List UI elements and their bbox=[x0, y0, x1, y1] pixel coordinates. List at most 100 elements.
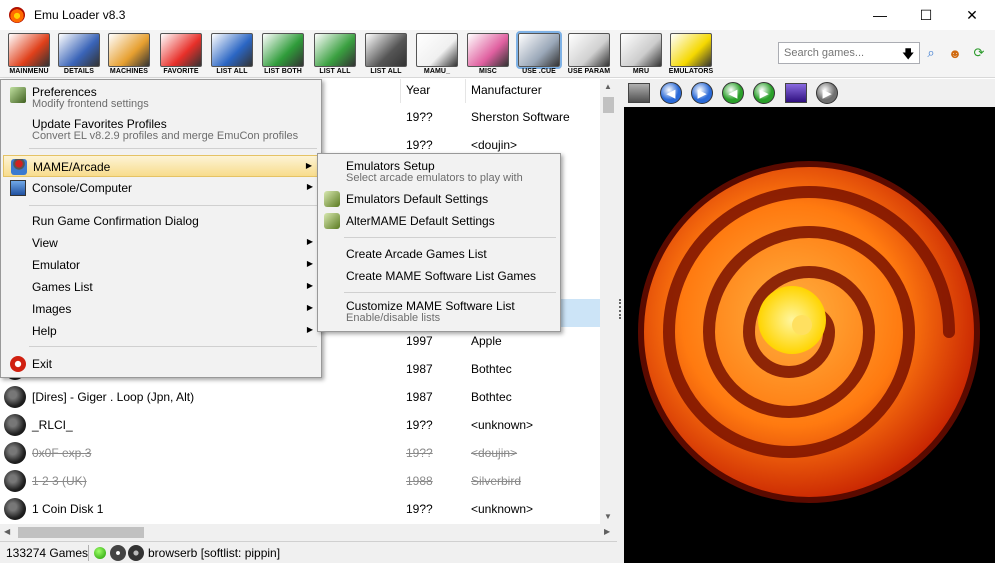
disc-icon bbox=[128, 545, 144, 561]
toolbar-button-label: LIST ALL bbox=[370, 68, 402, 75]
submenu-arrow-icon: ▶ bbox=[305, 161, 312, 170]
column-separator[interactable] bbox=[400, 79, 401, 103]
spiral-logo-icon bbox=[638, 161, 980, 503]
menu-item-description: Select arcade emulators to play with bbox=[346, 172, 523, 184]
window-title: Emu Loader v8.3 bbox=[34, 8, 126, 22]
toolbar-button-8[interactable]: LIST ALL bbox=[361, 33, 411, 77]
menu-item-help[interactable]: Help ▶ bbox=[3, 320, 319, 342]
scroll-thumb[interactable] bbox=[603, 97, 614, 113]
submenu-item-emulators-setup[interactable]: Emulators Setup Select arcade emulators t… bbox=[320, 158, 558, 188]
user-icon[interactable]: ☻ bbox=[946, 44, 964, 62]
menu-separator bbox=[344, 292, 556, 293]
toolbar-button-4[interactable]: FAVORITE bbox=[156, 33, 206, 77]
submenu-item-create-arcade-games-list[interactable]: Create Arcade Games List bbox=[320, 243, 558, 265]
menu-item-images[interactable]: Images ▶ bbox=[3, 298, 319, 320]
submenu-item-customize-mame-software-list[interactable]: Customize MAME Software List Enable/disab… bbox=[320, 298, 558, 328]
scroll-left-icon[interactable]: ◀ bbox=[4, 527, 10, 536]
previous-green-icon[interactable]: ◀ bbox=[722, 82, 744, 104]
list-all-ball-icon bbox=[314, 33, 356, 67]
scroll-right-icon[interactable]: ▶ bbox=[604, 527, 610, 536]
status-divider bbox=[88, 545, 89, 561]
toolbar-button-1[interactable]: MAINMENU bbox=[4, 33, 54, 77]
menu-item-run-game-confirmation-dialog[interactable]: Run Game Confirmation Dialog bbox=[3, 210, 319, 232]
menu-item-label: Customize MAME Software List bbox=[346, 299, 515, 313]
toolbar-button-14[interactable]: EMULATORS bbox=[666, 33, 716, 77]
machines-icon bbox=[108, 33, 150, 67]
menu-separator bbox=[344, 237, 556, 238]
search-dropdown-icon[interactable]: 🡇 bbox=[902, 45, 914, 66]
toolbar-button-12[interactable]: USE PARAM bbox=[564, 33, 614, 77]
toolbar-button-3[interactable]: MACHINES bbox=[104, 33, 154, 77]
mamu-face-icon bbox=[416, 33, 458, 67]
mame-arcade-submenu: Emulators Setup Select arcade emulators t… bbox=[317, 153, 561, 332]
menu-item-mame-arcade[interactable]: MAME/Arcade ▶ bbox=[3, 155, 319, 177]
splitter-grip[interactable] bbox=[619, 299, 622, 319]
game-disc-icon bbox=[4, 470, 26, 492]
menu-item-label: Help bbox=[32, 324, 57, 338]
table-row[interactable]: 1 2 3 (UK) 1988 Silverbird bbox=[0, 467, 600, 495]
scroll-down-icon[interactable]: ▼ bbox=[604, 512, 612, 521]
toolbar-button-10[interactable]: MISC bbox=[463, 33, 513, 77]
menu-item-games-list[interactable]: Games List ▶ bbox=[3, 276, 319, 298]
close-button[interactable]: ✕ bbox=[949, 0, 995, 30]
menu-item-label: Run Game Confirmation Dialog bbox=[32, 214, 199, 228]
submenu-item-emulators-default-settings[interactable]: Emulators Default Settings bbox=[320, 188, 558, 210]
column-header-manufacturer[interactable]: Manufacturer bbox=[471, 83, 542, 97]
picture-frame-icon[interactable] bbox=[785, 83, 807, 103]
table-row[interactable]: 0x0F exp.3 19?? <doujin> bbox=[0, 439, 600, 467]
table-row[interactable]: [Dires] - Giger . Loop (Jpn, Alt) 1987 Bot… bbox=[0, 383, 600, 411]
menu-item-preferences[interactable]: Preferences Modify frontend settings bbox=[3, 84, 319, 114]
toolbar-button-label: LIST ALL bbox=[216, 68, 248, 75]
submenu-item-altermame-default-settings[interactable]: AlterMAME Default Settings bbox=[320, 210, 558, 232]
toolbar-button-13[interactable]: MRU bbox=[616, 33, 666, 77]
game-manufacturer: <unknown> bbox=[471, 418, 534, 432]
scroll-thumb[interactable] bbox=[18, 527, 144, 538]
previous-blue-icon[interactable]: ◀ bbox=[660, 82, 682, 104]
list-both-icon bbox=[262, 33, 304, 67]
menu-item-update-favorites-profiles[interactable]: Update Favorites Profiles Convert EL v8.2… bbox=[3, 116, 319, 146]
toolbar-button-9[interactable]: MAMU_ bbox=[412, 33, 462, 77]
heart-icon bbox=[160, 33, 202, 67]
refresh-icon[interactable]: ⟳ bbox=[970, 44, 988, 62]
menu-item-emulator[interactable]: Emulator ▶ bbox=[3, 254, 319, 276]
menu-item-console-computer[interactable]: Console/Computer ▶ bbox=[3, 177, 319, 199]
game-disc-icon bbox=[4, 498, 26, 520]
submenu-arrow-icon: ▶ bbox=[306, 303, 313, 312]
search-input[interactable] bbox=[778, 42, 920, 64]
preview-image bbox=[624, 107, 995, 563]
vertical-scrollbar[interactable]: ▲ ▼ bbox=[600, 79, 617, 526]
snapshot-icon[interactable] bbox=[628, 83, 650, 103]
main-toolbar: MAINMENU DETAILS MACHINES FAVORITE LIST ALL L… bbox=[0, 30, 995, 78]
menu-item-description: Modify frontend settings bbox=[32, 98, 149, 110]
game-year: 19?? bbox=[406, 502, 433, 516]
column-header-year[interactable]: Year bbox=[406, 83, 430, 97]
toolbar-button-label: USE PARAM bbox=[567, 68, 611, 75]
search-icon[interactable]: ⌕ bbox=[922, 44, 940, 62]
toolbar-button-5[interactable]: LIST ALL bbox=[207, 33, 257, 77]
menu-item-label: Games List bbox=[32, 280, 93, 294]
minimize-button[interactable]: — bbox=[857, 0, 903, 30]
toolbar-button-6[interactable]: LIST BOTH bbox=[258, 33, 308, 77]
column-separator[interactable] bbox=[465, 79, 466, 103]
param-icon bbox=[568, 33, 610, 67]
pane-splitter[interactable] bbox=[617, 79, 624, 563]
game-manufacturer: Silverbird bbox=[471, 474, 522, 488]
scroll-up-icon[interactable]: ▲ bbox=[604, 82, 612, 91]
horizontal-scrollbar[interactable]: ◀ ▶ bbox=[0, 524, 617, 541]
play-gray-icon[interactable]: ▶ bbox=[816, 82, 838, 104]
game-name: 1 Coin Disk 1 bbox=[32, 502, 104, 516]
next-green-icon[interactable]: ▶ bbox=[753, 82, 775, 104]
submenu-arrow-icon: ▶ bbox=[306, 281, 313, 290]
toolbar-button-7[interactable]: LIST ALL bbox=[310, 33, 360, 77]
menu-item-exit[interactable]: Exit bbox=[3, 353, 319, 375]
menu-item-view[interactable]: View ▶ bbox=[3, 232, 319, 254]
toolbar-button-2[interactable]: DETAILS bbox=[54, 33, 104, 77]
maximize-button[interactable]: ☐ bbox=[903, 0, 949, 30]
toolbar-button-11[interactable]: USE .CUE bbox=[514, 31, 564, 77]
table-row[interactable]: _RLCI_ 19?? <unknown> bbox=[0, 411, 600, 439]
menu-item-label: AlterMAME Default Settings bbox=[346, 214, 495, 228]
next-blue-icon[interactable]: ▶ bbox=[691, 82, 713, 104]
submenu-item-create-mame-software-list-games[interactable]: Create MAME Software List Games bbox=[320, 265, 558, 287]
menu-item-label: Emulators Setup bbox=[346, 159, 435, 173]
table-row[interactable]: 1 Coin Disk 1 19?? <unknown> bbox=[0, 495, 600, 523]
